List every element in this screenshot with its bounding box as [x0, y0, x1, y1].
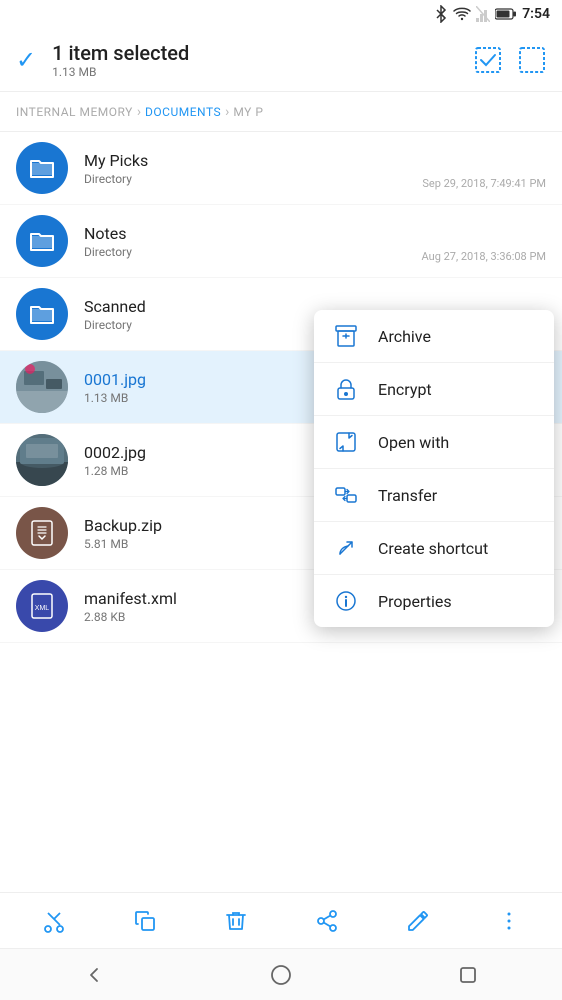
shortcut-icon: [334, 536, 358, 560]
file-info: My Picks Directory: [84, 151, 406, 186]
properties-label: Properties: [378, 592, 452, 611]
home-icon: [270, 964, 292, 986]
breadcrumb: INTERNAL MEMORY › DOCUMENTS › MY P: [0, 92, 562, 132]
breadcrumb-sep-1: ›: [137, 104, 141, 120]
file-date: Sep 29, 2018, 7:49:41 PM: [422, 177, 546, 194]
checkmark-icon: ✓: [16, 46, 36, 74]
recents-button[interactable]: [438, 953, 498, 997]
delete-button[interactable]: [214, 899, 258, 943]
share-button[interactable]: [305, 899, 349, 943]
home-button[interactable]: [251, 953, 311, 997]
context-menu: Archive Encrypt Open with: [314, 310, 554, 627]
menu-item-open-with[interactable]: Open with: [314, 416, 554, 469]
image-thumb: [16, 434, 68, 486]
action-bar-text: 1 item selected 1.13 MB: [52, 41, 458, 79]
encrypt-icon: [334, 377, 358, 401]
properties-icon: [334, 589, 358, 613]
action-bar: ✓ 1 item selected 1.13 MB: [0, 28, 562, 92]
file-date: Aug 27, 2018, 3:36:08 PM: [422, 250, 546, 267]
breadcrumb-sep-2: ›: [225, 104, 229, 120]
copy-button[interactable]: [123, 899, 167, 943]
file-info: Notes Directory: [84, 224, 406, 259]
file-type: Directory: [84, 172, 406, 186]
menu-item-transfer[interactable]: Transfer: [314, 469, 554, 522]
file-name: Notes: [84, 224, 406, 243]
back-icon: [84, 965, 104, 985]
selected-size: 1.13 MB: [52, 65, 458, 79]
avatar: XML: [16, 580, 68, 632]
bluetooth-icon: [434, 5, 448, 23]
menu-item-properties[interactable]: Properties: [314, 575, 554, 627]
folder-icon: [28, 154, 56, 182]
status-icons: 7:54: [434, 5, 550, 23]
recents-icon: [458, 965, 478, 985]
list-item[interactable]: My Picks Directory Sep 29, 2018, 7:49:41…: [0, 132, 562, 205]
open-with-icon: [334, 430, 358, 454]
list-item[interactable]: Notes Directory Aug 27, 2018, 3:36:08 PM: [0, 205, 562, 278]
share-icon: [315, 909, 339, 933]
wifi-icon: [453, 7, 471, 21]
breadcrumb-myp[interactable]: MY P: [233, 105, 263, 119]
avatar: [16, 215, 68, 267]
action-bar-icons: [474, 46, 546, 74]
status-time: 7:54: [522, 6, 550, 22]
back-button[interactable]: [64, 953, 124, 997]
open-with-label: Open with: [378, 433, 449, 452]
xml-icon: XML: [28, 592, 56, 620]
file-name: My Picks: [84, 151, 406, 170]
svg-text:XML: XML: [35, 605, 50, 612]
nav-bar: [0, 948, 562, 1000]
archive-icon: [334, 324, 358, 348]
folder-icon: [28, 300, 56, 328]
transfer-label: Transfer: [378, 486, 437, 505]
signal-icon: [476, 6, 490, 22]
selected-count: 1 item selected: [52, 41, 458, 65]
file-type: Directory: [84, 245, 406, 259]
transfer-icon: [334, 483, 358, 507]
copy-icon: [133, 909, 157, 933]
delete-icon: [224, 909, 248, 933]
more-icon: [497, 909, 521, 933]
rename-icon: [406, 909, 430, 933]
battery-icon: [495, 8, 517, 20]
encrypt-label: Encrypt: [378, 380, 432, 399]
zip-icon: [28, 519, 56, 547]
avatar: [16, 361, 68, 413]
menu-item-archive[interactable]: Archive: [314, 310, 554, 363]
select-all-icon[interactable]: [474, 46, 502, 74]
select-icon[interactable]: [518, 46, 546, 74]
breadcrumb-internal-memory[interactable]: INTERNAL MEMORY: [16, 105, 133, 119]
bottom-toolbar: [0, 892, 562, 948]
cut-icon: [42, 909, 66, 933]
cut-button[interactable]: [32, 899, 76, 943]
create-shortcut-label: Create shortcut: [378, 539, 488, 558]
image-thumb: [16, 361, 68, 413]
folder-icon: [28, 227, 56, 255]
status-bar: 7:54: [0, 0, 562, 28]
avatar: [16, 142, 68, 194]
avatar: [16, 507, 68, 559]
menu-item-encrypt[interactable]: Encrypt: [314, 363, 554, 416]
rename-button[interactable]: [396, 899, 440, 943]
menu-item-create-shortcut[interactable]: Create shortcut: [314, 522, 554, 575]
archive-label: Archive: [378, 327, 431, 346]
breadcrumb-documents[interactable]: DOCUMENTS: [145, 105, 221, 119]
avatar: [16, 288, 68, 340]
avatar: [16, 434, 68, 486]
more-button[interactable]: [487, 899, 531, 943]
